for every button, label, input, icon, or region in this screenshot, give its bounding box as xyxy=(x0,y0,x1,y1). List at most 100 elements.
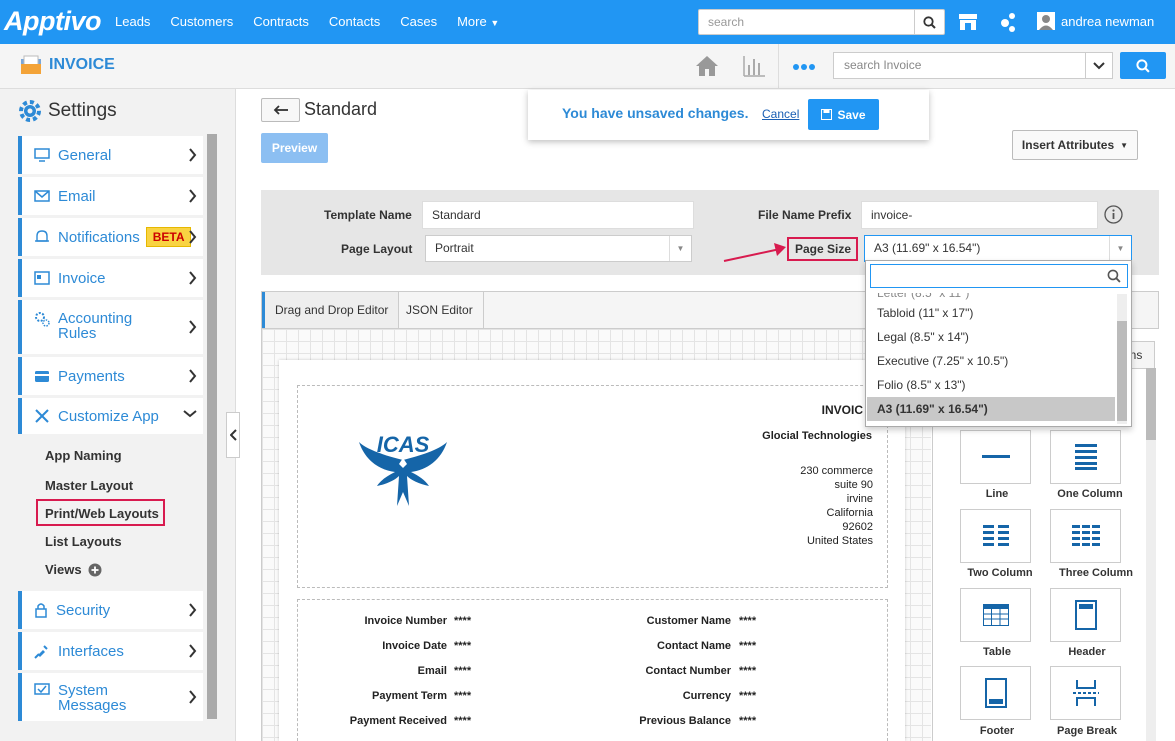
widget-table[interactable] xyxy=(960,588,1031,642)
one-column-icon xyxy=(1074,444,1097,470)
app-title: INVOICE xyxy=(49,56,115,73)
tab-json-editor[interactable]: JSON Editor xyxy=(396,292,484,328)
sidebar-item-interfaces[interactable]: Interfaces xyxy=(18,632,203,670)
sidebar-item-label: System Messages xyxy=(58,682,127,714)
plug-icon xyxy=(34,645,48,659)
widgets-scrollbar[interactable] xyxy=(1146,368,1156,741)
page-size-label: Page Size xyxy=(795,242,852,256)
widget-page-break[interactable] xyxy=(1050,666,1121,720)
submenu-list-layouts[interactable]: List Layouts xyxy=(45,534,122,549)
more-options-icon[interactable] xyxy=(792,63,816,71)
select-arrow: ▼ xyxy=(669,236,691,261)
insert-attributes-button[interactable]: Insert Attributes ▼ xyxy=(1012,130,1138,160)
sidebar-item-accounting-rules[interactable]: Accounting Rules xyxy=(18,300,203,354)
gears-icon xyxy=(35,312,50,327)
invoice-search-input[interactable]: search Invoice xyxy=(833,52,1086,79)
appbar-separator xyxy=(778,44,779,89)
home-icon[interactable] xyxy=(695,55,719,77)
nav-link-contracts[interactable]: Contracts xyxy=(253,14,309,29)
page-size-option[interactable]: Executive (7.25" x 10.5") xyxy=(867,349,1115,373)
widget-header[interactable] xyxy=(1050,588,1121,642)
submenu-print-web-layouts[interactable]: Print/Web Layouts xyxy=(45,506,159,521)
widget-footer[interactable] xyxy=(960,666,1031,720)
chevron-right-icon xyxy=(189,644,197,658)
address-line: 92602 xyxy=(842,521,873,533)
widget-two-column[interactable] xyxy=(960,509,1031,563)
sidebar-item-notifications[interactable]: Notifications BETA xyxy=(18,218,203,256)
sidebar-item-general[interactable]: General xyxy=(18,136,203,174)
field-value: **** xyxy=(454,715,472,727)
cancel-link[interactable]: Cancel xyxy=(762,107,799,121)
widget-three-column[interactable] xyxy=(1050,509,1121,563)
back-button[interactable] xyxy=(261,98,300,122)
template-name-input[interactable]: Standard xyxy=(422,201,694,229)
scrollbar-thumb[interactable] xyxy=(1117,321,1127,421)
select-arrow: ▼ xyxy=(1109,236,1131,261)
field-label: Currency xyxy=(682,690,731,702)
sidebar-item-system-messages[interactable]: System Messages xyxy=(18,673,203,721)
page-title: Standard xyxy=(304,99,378,119)
icas-logo-text: ICAS xyxy=(377,432,430,457)
tab-drag-and-drop-editor[interactable]: Drag and Drop Editor xyxy=(262,292,400,328)
nav-link-more[interactable]: More ▼ xyxy=(457,14,499,29)
widget-one-column[interactable] xyxy=(1050,430,1121,484)
nav-link-customers[interactable]: Customers xyxy=(170,14,233,29)
unsaved-changes-banner: You have unsaved changes. Cancel Save xyxy=(528,90,929,140)
page-size-search-input[interactable] xyxy=(870,264,1128,288)
sidebar-item-customize-app[interactable]: Customize App xyxy=(18,398,203,434)
field-value: **** xyxy=(739,715,757,727)
search-icon xyxy=(923,15,936,29)
preview-button[interactable]: Preview xyxy=(261,133,328,163)
apps-icon[interactable] xyxy=(997,11,1019,33)
submenu-views[interactable]: Views xyxy=(45,562,102,577)
store-icon[interactable] xyxy=(957,11,979,33)
invoice-search-dropdown[interactable] xyxy=(1085,52,1113,79)
scrollbar-thumb[interactable] xyxy=(1146,368,1156,440)
floppy-disk-icon xyxy=(821,109,833,120)
sidebar-item-label: Accounting Rules xyxy=(58,310,133,342)
page-layout-select[interactable]: Portrait ▼ xyxy=(425,235,692,262)
add-circle-icon[interactable] xyxy=(88,563,102,577)
page-size-option-selected[interactable]: A3 (11.69" x 16.54") xyxy=(867,397,1115,421)
annotation-arrow xyxy=(723,243,786,262)
page-size-option[interactable]: Legal (8.5" x 14") xyxy=(867,325,1115,349)
sidebar-item-security[interactable]: Security xyxy=(18,591,203,629)
user-name[interactable]: andrea newman xyxy=(1061,14,1154,29)
sidebar-item-invoice[interactable]: Invoice xyxy=(18,259,203,297)
address-line: United States xyxy=(806,535,873,547)
chevron-right-icon xyxy=(189,320,197,334)
nav-links: Leads Customers Contracts Contacts Cases… xyxy=(115,14,519,29)
gear-icon xyxy=(19,100,41,122)
widget-label: Header xyxy=(1068,646,1106,658)
reports-chart-icon[interactable] xyxy=(742,55,766,77)
page-size-option[interactable]: Folio (8.5" x 13") xyxy=(867,373,1115,397)
global-search-button[interactable] xyxy=(914,9,945,35)
apptivo-logo[interactable]: Apptivo xyxy=(4,6,102,37)
collapse-sidebar-button[interactable] xyxy=(226,412,240,458)
save-button[interactable]: Save xyxy=(808,99,879,130)
page-size-select[interactable]: A3 (11.69" x 16.54") ▼ xyxy=(864,235,1132,262)
submenu-master-layout[interactable]: Master Layout xyxy=(45,478,133,493)
field-label: Contact Name xyxy=(657,640,731,652)
nav-link-leads[interactable]: Leads xyxy=(115,14,150,29)
submenu-app-naming[interactable]: App Naming xyxy=(45,448,122,463)
info-icon[interactable] xyxy=(1104,205,1123,224)
nav-link-cases[interactable]: Cases xyxy=(400,14,437,29)
sidebar-item-payments[interactable]: Payments xyxy=(18,357,203,395)
widget-label: Page Break xyxy=(1057,725,1117,737)
sidebar-item-label: General xyxy=(58,146,112,164)
user-avatar-icon[interactable] xyxy=(1037,12,1055,30)
sidebar-item-email[interactable]: Email xyxy=(18,177,203,215)
sidebar-scrollbar[interactable] xyxy=(207,134,217,719)
file-name-prefix-label: File Name Prefix xyxy=(758,208,852,222)
arrow-left-icon xyxy=(273,105,288,115)
invoice-search-button[interactable] xyxy=(1120,52,1166,79)
global-search-input[interactable]: search xyxy=(698,9,915,35)
page-size-option[interactable]: Tabloid (11" x 17") xyxy=(867,301,1115,325)
dropdown-scrollbar[interactable] xyxy=(1117,294,1127,424)
widget-line[interactable] xyxy=(960,430,1031,484)
chevron-down-icon xyxy=(1093,61,1105,69)
nav-link-contacts[interactable]: Contacts xyxy=(329,14,380,29)
file-name-prefix-input[interactable]: invoice- xyxy=(861,201,1098,229)
field-label: Payment Term xyxy=(372,690,447,702)
